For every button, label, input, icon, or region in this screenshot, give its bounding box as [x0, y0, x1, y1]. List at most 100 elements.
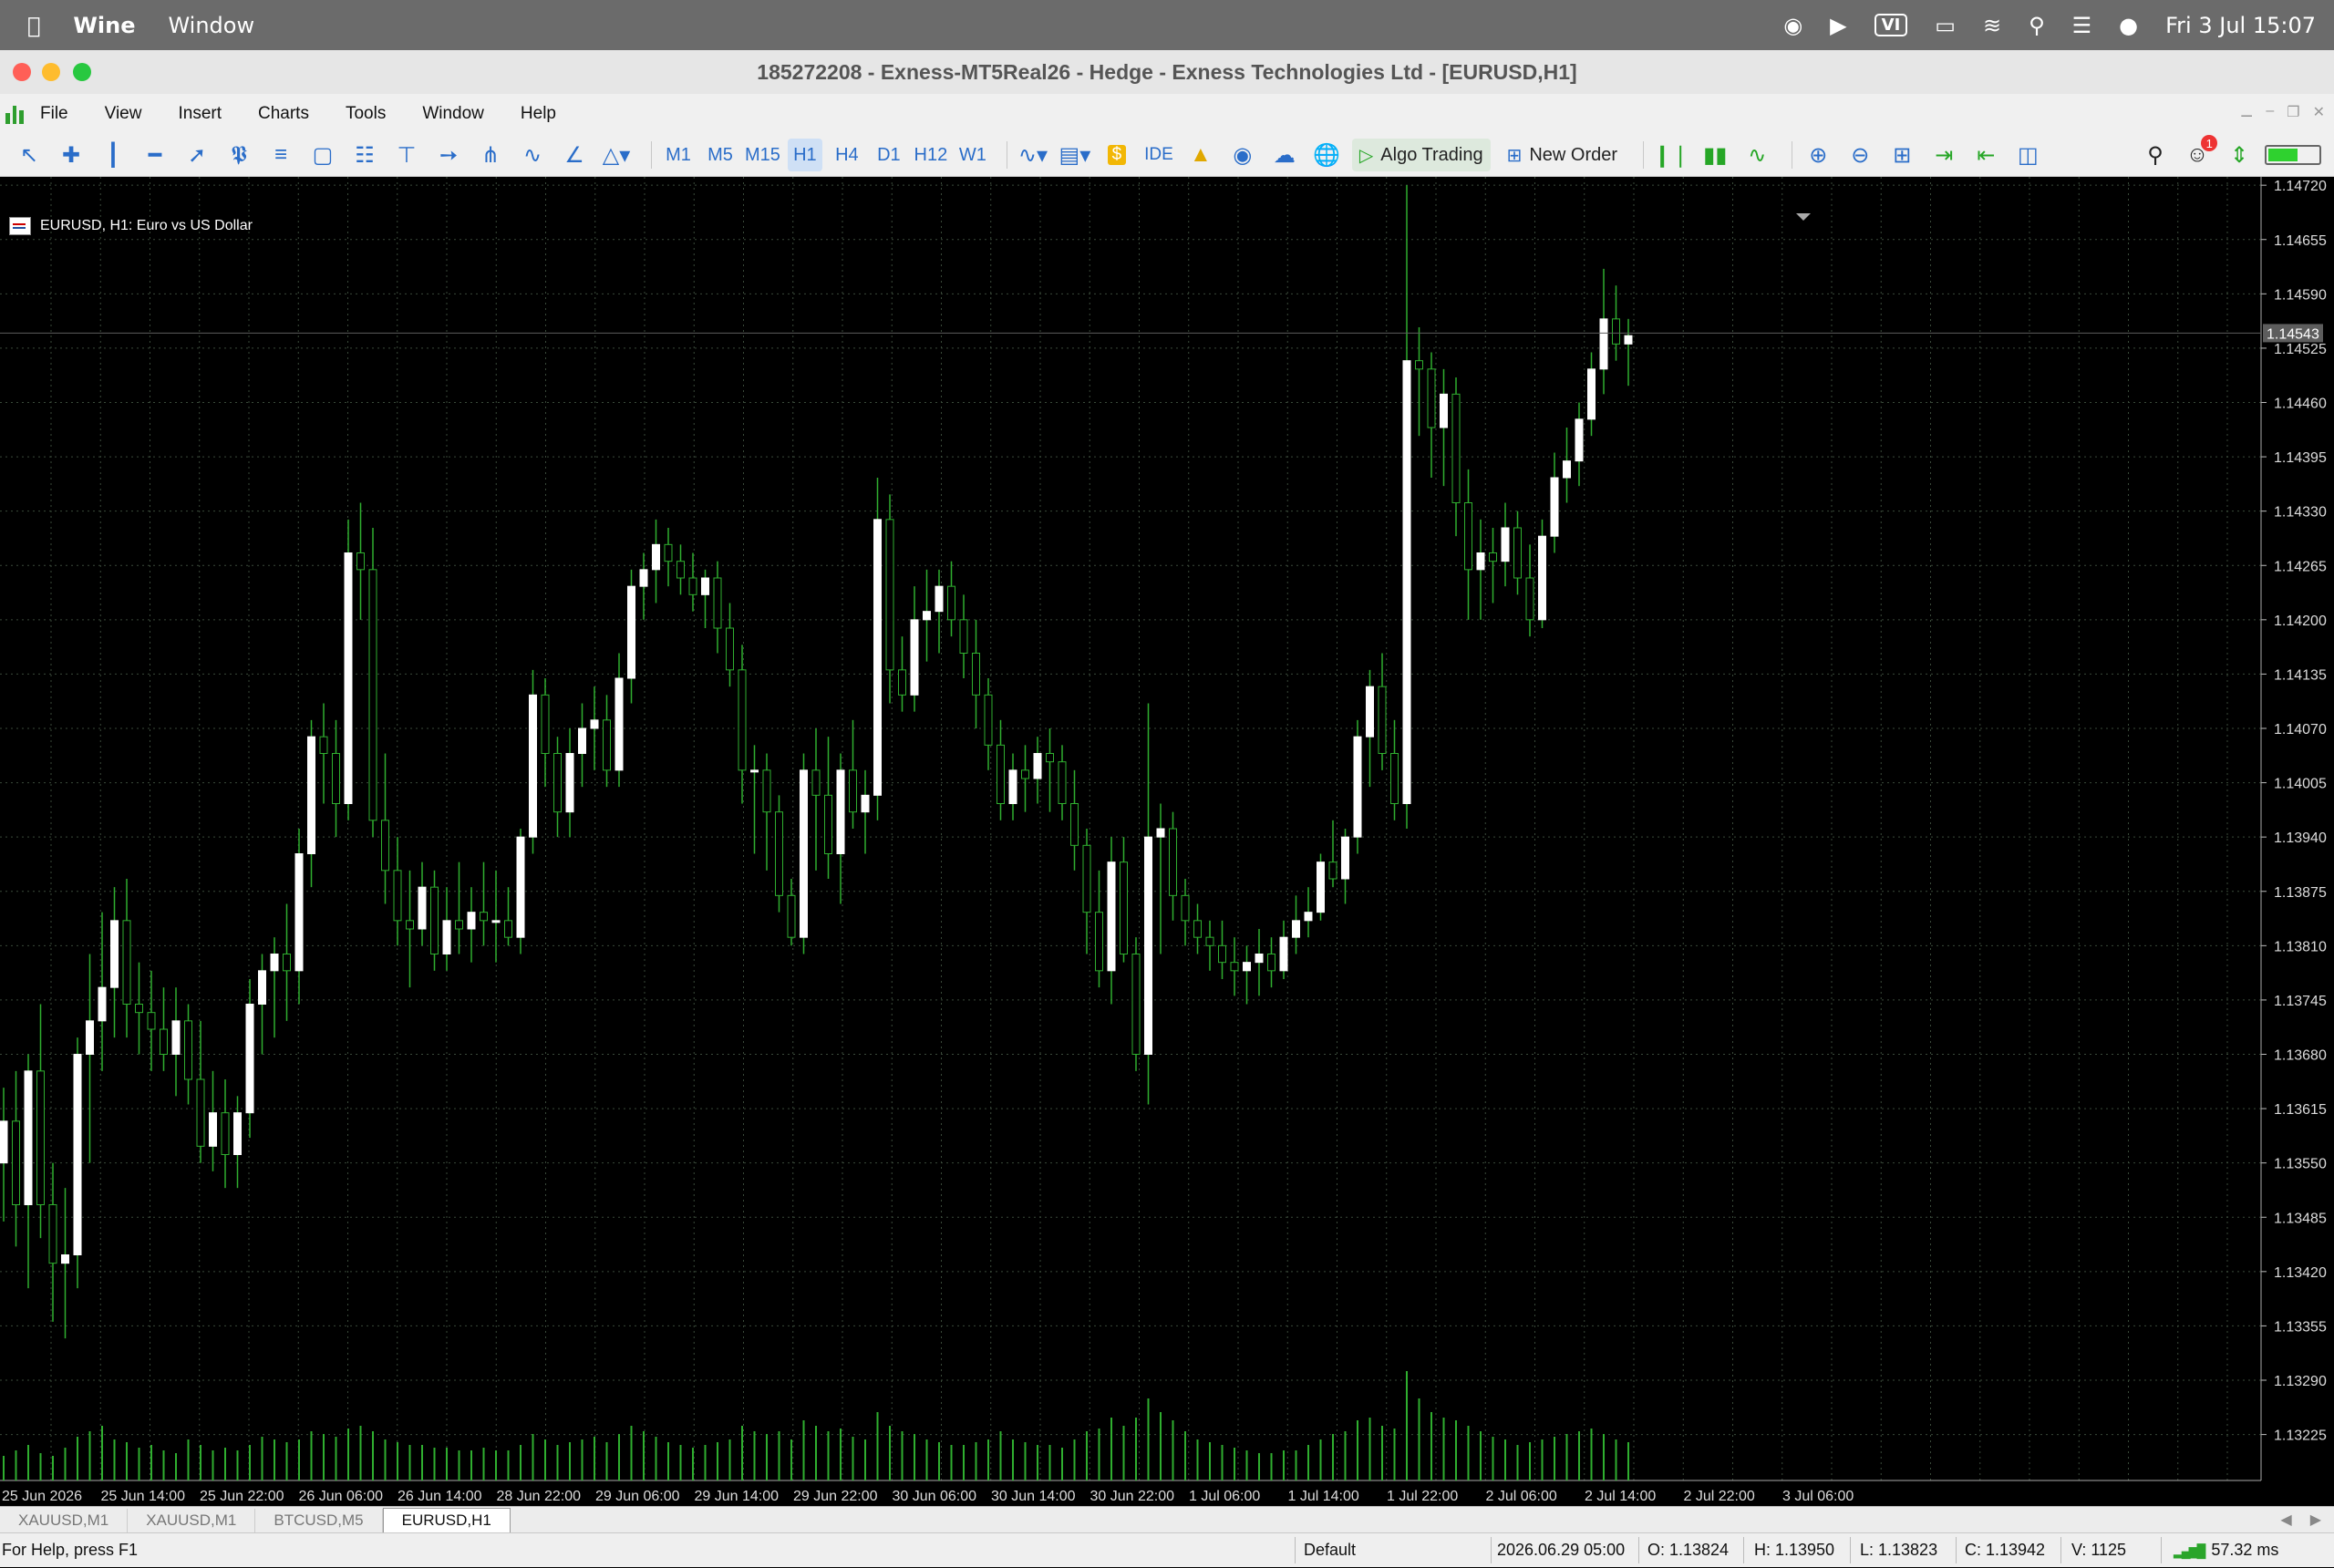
chart-symbol-label: EURUSD, H1: Euro vs US Dollar — [9, 217, 253, 235]
candle-body — [959, 619, 968, 655]
candle-body — [48, 1204, 57, 1264]
chart-window[interactable]: 1.14720 1.14655 1.14590 1.14525 1.14460 1.143… — [0, 177, 2334, 1506]
timeframe-m1[interactable]: M1 — [661, 139, 696, 171]
candle-body — [442, 920, 451, 954]
menu-help[interactable]: Help — [521, 104, 556, 124]
main-toolbar: ↖ ✚ ┃ ━ ➚ 𝕻 ≡ ▢ ☷ ⊤ ➙ ⋔ ∿ ∠ △▾ M1 M5 M15… — [0, 134, 2334, 177]
market-icon[interactable]: $ — [1100, 139, 1133, 171]
tab-eurusd-h1[interactable]: EURUSD,H1 — [382, 1508, 511, 1532]
candle-body — [1021, 769, 1029, 779]
candle-body — [245, 1004, 254, 1114]
shapes-tool-icon[interactable]: △▾ — [600, 139, 633, 171]
control-center-icon[interactable]: ☰ — [2072, 15, 2092, 36]
templates-dropdown-icon[interactable]: ▤▾ — [1059, 139, 1091, 171]
mdi-restore-icon[interactable]: ❐ — [2287, 103, 2299, 121]
screenshot-icon[interactable]: ◫ — [2011, 139, 2044, 171]
spotlight-search-icon[interactable]: ⚲ — [2029, 15, 2045, 36]
x-tick-label: 3 Jul 06:00 — [1782, 1489, 1854, 1504]
vps-cloud-icon[interactable]: ☁ — [1268, 139, 1301, 171]
channel-tool-icon[interactable]: ≡ — [264, 139, 297, 171]
connection-battery-indicator — [2265, 145, 2321, 165]
timeframe-h4[interactable]: H4 — [830, 139, 864, 171]
candle-body — [307, 736, 315, 855]
candle-body — [997, 744, 1005, 804]
indicators-dropdown-icon[interactable]: ∿▾ — [1017, 139, 1049, 171]
rectangle-tool-icon[interactable]: ▢ — [306, 139, 339, 171]
cursor-tool-icon[interactable]: ↖ — [13, 139, 46, 171]
ide-button[interactable]: IDE — [1142, 139, 1175, 171]
lock-bag-icon[interactable]: ▲ — [1184, 139, 1217, 171]
candle-body — [406, 920, 414, 930]
input-method-indicator[interactable]: VI — [1874, 14, 1908, 36]
new-order-button[interactable]: ⊞ New Order — [1500, 139, 1625, 171]
notification-count: 1 — [2201, 135, 2218, 151]
timeframe-d1[interactable]: D1 — [872, 139, 906, 171]
text-tool-icon[interactable]: 𝕻 — [222, 139, 255, 171]
signals-icon[interactable]: ◉ — [1226, 139, 1259, 171]
tab-scroll-left-icon[interactable]: ◀ — [2280, 1509, 2291, 1532]
price-chart[interactable]: 1.14720 1.14655 1.14590 1.14525 1.14460 1.143… — [0, 177, 2334, 1506]
menu-window[interactable]: Window — [422, 104, 484, 124]
trendline-tool-icon[interactable]: ➚ — [181, 139, 213, 171]
candle-body — [1587, 368, 1596, 420]
app-menu-wine[interactable]: Wine — [73, 13, 135, 38]
candlestick-chart-icon[interactable]: ▮▮ — [1699, 139, 1731, 171]
menu-charts[interactable]: Charts — [258, 104, 309, 124]
mdi-minimize-icon[interactable]: – — [2266, 103, 2274, 121]
account-notifications-icon[interactable]: ☺ 1 — [2181, 135, 2218, 171]
candle-body — [1575, 418, 1584, 462]
vertical-line-tool-icon[interactable]: ┃ — [97, 139, 129, 171]
timeframe-h12[interactable]: H12 — [914, 139, 948, 171]
timeframe-w1[interactable]: W1 — [955, 139, 990, 171]
zoom-out-icon[interactable]: ⊖ — [1843, 139, 1876, 171]
wifi-icon[interactable]: ≋ — [1983, 15, 2001, 36]
fibonacci-tool-icon[interactable]: ☷ — [348, 139, 381, 171]
x-tick-label: 29 Jun 14:00 — [695, 1489, 780, 1504]
apple-icon[interactable]:  — [27, 15, 40, 36]
tile-windows-icon[interactable]: ⊞ — [1885, 139, 1918, 171]
tab-btcusd-m5[interactable]: BTCUSD,M5 — [255, 1509, 383, 1532]
auto-scroll-icon[interactable]: ⇥ — [1927, 139, 1960, 171]
menu-tools[interactable]: Tools — [346, 104, 386, 124]
y-tick-label: 1.13355 — [2274, 1319, 2327, 1335]
timeframe-m15[interactable]: M15 — [745, 139, 780, 171]
menu-view[interactable]: View — [105, 104, 142, 124]
elliott-tool-icon[interactable]: ∿ — [516, 139, 549, 171]
play-circle-icon[interactable]: ▶ — [1830, 15, 1846, 36]
tab-xauusd-m1[interactable]: XAUUSD,M1 — [0, 1509, 129, 1532]
chart-shift-icon[interactable]: ⇤ — [1969, 139, 2002, 171]
algo-trading-button[interactable]: ▷ Algo Trading — [1351, 139, 1491, 171]
candle-body — [923, 611, 931, 621]
candle-body — [430, 886, 439, 955]
candle-body — [811, 769, 821, 796]
zoom-in-icon[interactable]: ⊕ — [1802, 139, 1834, 171]
mdi-close-icon[interactable]: ✕ — [2313, 103, 2325, 121]
candle-body — [135, 1004, 143, 1014]
menubar-clock[interactable]: Fri 3 Jul 15:07 — [2165, 13, 2316, 38]
search-icon[interactable]: ⚲ — [2139, 139, 2172, 171]
pitchfork-tool-icon[interactable]: ⋔ — [474, 139, 507, 171]
horizontal-line-tool-icon[interactable]: ━ — [139, 139, 171, 171]
tab-scroll-right-icon[interactable]: ▶ — [2310, 1509, 2321, 1532]
status-profile[interactable]: Default — [1304, 1533, 1356, 1567]
hosting-globe-icon[interactable]: 🌐 — [1310, 139, 1343, 171]
arrow-tool-icon[interactable]: ➙ — [432, 139, 465, 171]
user-circle-icon[interactable]: ◉ — [1783, 15, 1802, 36]
candle-body — [750, 769, 759, 773]
menu-file[interactable]: File — [40, 104, 68, 124]
label-tool-icon[interactable]: ⊤ — [390, 139, 423, 171]
line-chart-icon[interactable]: ∿ — [1740, 139, 1773, 171]
gann-tool-icon[interactable]: ∠ — [558, 139, 591, 171]
menu-insert[interactable]: Insert — [178, 104, 222, 124]
siri-icon[interactable]: ● — [2119, 15, 2138, 36]
x-tick-label: 1 Jul 22:00 — [1387, 1489, 1458, 1504]
timeframe-m5[interactable]: M5 — [703, 139, 738, 171]
battery-icon[interactable]: ▭ — [1935, 15, 1956, 36]
candle-body — [1328, 861, 1337, 880]
bar-chart-icon[interactable]: ❙❘ — [1653, 139, 1689, 171]
app-menu-window[interactable]: Window — [168, 13, 254, 38]
mdi-dock-icon[interactable]: ⚊ — [2240, 103, 2253, 121]
timeframe-h1[interactable]: H1 — [787, 139, 822, 171]
crosshair-tool-icon[interactable]: ✚ — [55, 139, 88, 171]
tab-xauusd-m1-2[interactable]: XAUUSD,M1 — [128, 1509, 256, 1532]
